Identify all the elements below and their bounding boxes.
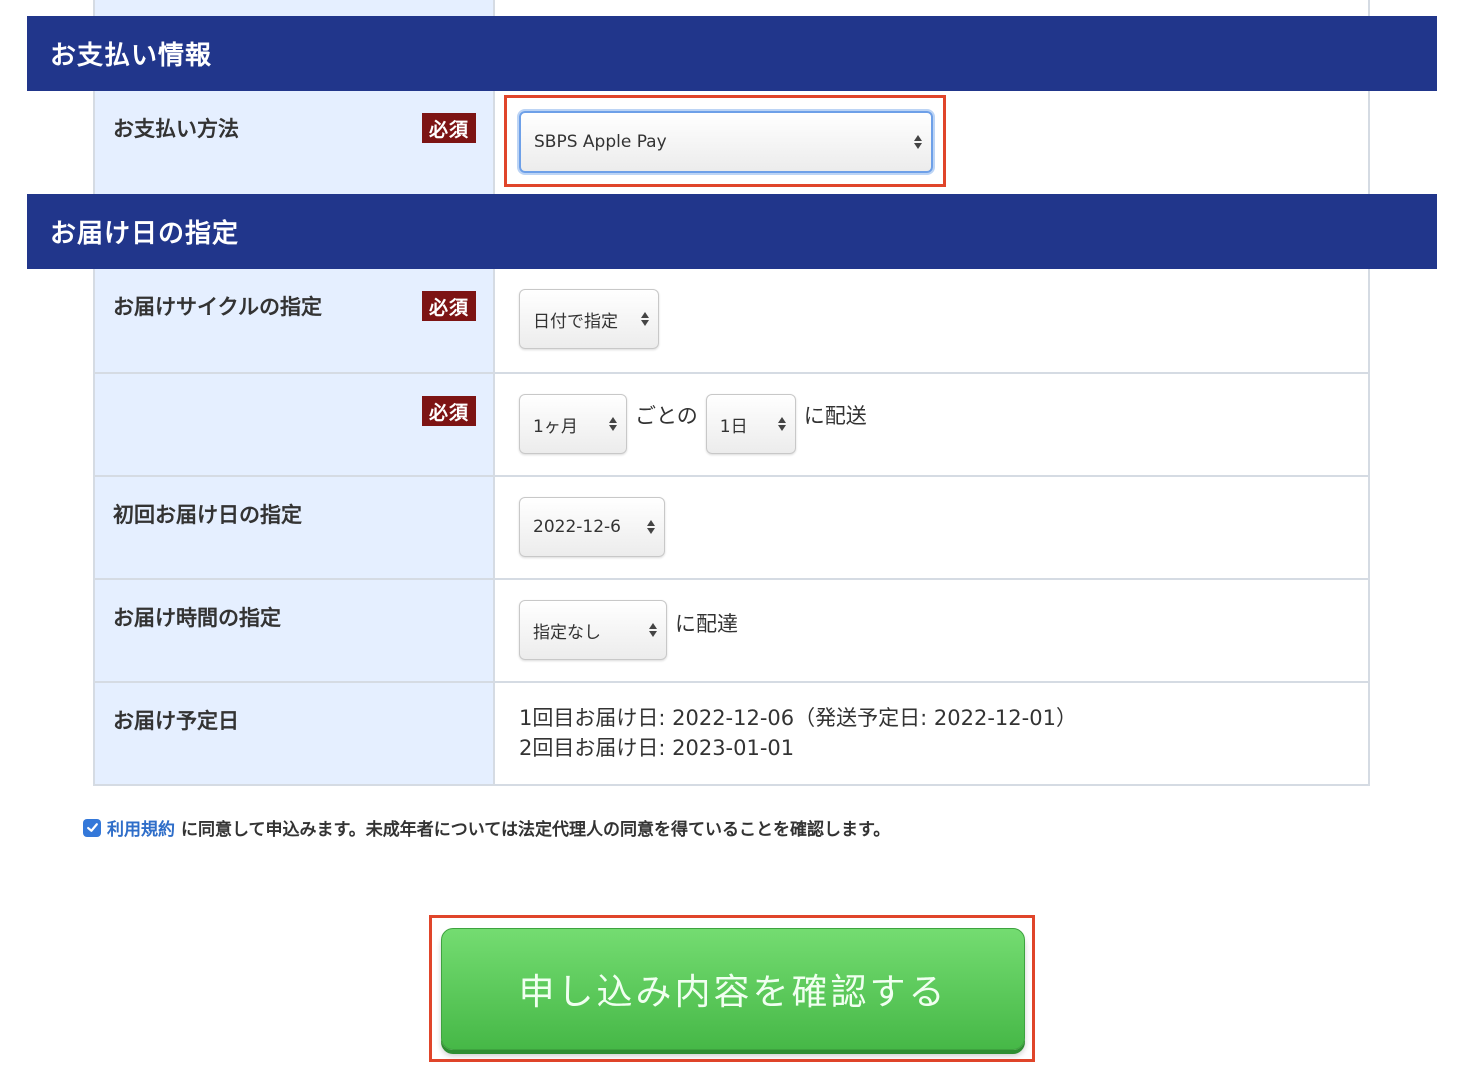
required-badge: 必須 [422, 291, 476, 321]
delivery-time-label: お届け時間の指定 [113, 606, 281, 630]
select-arrows-icon [649, 623, 657, 637]
interval-between-text: ごとの [635, 404, 698, 428]
interval-months-select[interactable]: 1ヶ月 [519, 394, 627, 454]
first-delivery-date-select[interactable]: 2022-12-6 [519, 497, 665, 557]
first-delivery-date-label-cell: 初回お届け日の指定 [95, 477, 495, 578]
delivery-cycle-row: お届けサイクルの指定 必須 日付で指定 [95, 269, 1368, 372]
scheduled-delivery-dates: 1回目お届け日: 2022-12-06（発送予定日: 2022-12-01） 2… [519, 701, 1077, 763]
interval-day-select[interactable]: 1日 [705, 394, 796, 454]
first-delivery-date-label: 初回お届け日の指定 [113, 503, 302, 527]
delivery-cycle-selected-value: 日付で指定 [533, 311, 618, 332]
scheduled-delivery-line-2: 2回目お届け日: 2023-01-01 [519, 736, 795, 760]
delivery-table: お届けサイクルの指定 必須 日付で指定 必須 1ヶ月 ごとの 1日 に配送 初回… [93, 269, 1370, 786]
payment-select-highlight [504, 95, 946, 187]
delivery-time-row: お届け時間の指定 指定なし に配達 [95, 578, 1368, 681]
required-badge: 必須 [422, 113, 476, 143]
delivery-section-title: お届け日の指定 [50, 219, 240, 249]
confirm-application-button[interactable]: 申し込み内容を確認する [441, 928, 1025, 1050]
checkmark-icon [86, 823, 98, 832]
first-delivery-date-row: 初回お届け日の指定 2022-12-6 [95, 475, 1368, 578]
confirm-application-button-label: 申し込み内容を確認する [518, 972, 948, 1013]
delivery-time-value-cell: 指定なし に配達 [495, 580, 1368, 681]
terms-agreement-checkbox[interactable] [83, 818, 101, 837]
delivery-cycle-label: お届けサイクルの指定 [113, 295, 322, 319]
delivery-time-selected-value: 指定なし [533, 622, 601, 643]
delivery-cycle-label-cell: お届けサイクルの指定 必須 [95, 269, 495, 372]
payment-section-header: お支払い情報 [27, 16, 1437, 91]
terms-agreement: 利用規約 に同意して申込みます。未成年者については法定代理人の同意を得ていること… [83, 815, 890, 840]
first-delivery-date-selected-value: 2022-12-6 [533, 517, 621, 537]
interval-suffix-text: に配送 [803, 404, 867, 428]
delivery-time-suffix-text: に配達 [675, 612, 738, 636]
scheduled-delivery-label-cell: お届け予定日 [95, 683, 495, 784]
payment-method-label-cell: お支払い方法 必須 [95, 91, 495, 194]
select-arrows-icon [647, 520, 655, 534]
interval-day-selected-value: 1日 [719, 416, 748, 437]
delivery-cycle-value-cell: 日付で指定 [495, 269, 1368, 372]
previous-label-cell [95, 0, 495, 16]
payment-section-title: お支払い情報 [50, 41, 213, 71]
first-delivery-date-value-cell: 2022-12-6 [495, 477, 1368, 578]
terms-agreement-text: に同意して申込みます。未成年者については法定代理人の同意を得ていることを確認しま… [181, 820, 891, 840]
previous-table-strip [93, 0, 1370, 16]
delivery-interval-value-cell: 1ヶ月 ごとの 1日 に配送 [495, 374, 1368, 475]
select-arrows-icon [609, 417, 617, 431]
delivery-interval-label-cell: 必須 [95, 374, 495, 475]
previous-value-cell [495, 0, 1368, 16]
terms-of-use-link[interactable]: 利用規約 [107, 815, 175, 840]
select-arrows-icon [777, 417, 786, 431]
interval-months-selected-value: 1ヶ月 [533, 416, 578, 437]
scheduled-delivery-row: お届け予定日 1回目お届け日: 2022-12-06（発送予定日: 2022-1… [95, 681, 1368, 784]
select-arrows-icon [641, 312, 649, 326]
payment-method-label: お支払い方法 [113, 117, 239, 141]
delivery-time-label-cell: お届け時間の指定 [95, 580, 495, 681]
scheduled-delivery-line-1: 1回目お届け日: 2022-12-06（発送予定日: 2022-12-01） [519, 706, 1077, 730]
required-badge: 必須 [422, 396, 476, 426]
delivery-cycle-select[interactable]: 日付で指定 [519, 289, 659, 349]
scheduled-delivery-label: お届け予定日 [113, 709, 239, 733]
delivery-section-header: お届け日の指定 [27, 194, 1437, 269]
delivery-interval-row: 必須 1ヶ月 ごとの 1日 に配送 [95, 372, 1368, 475]
delivery-time-select[interactable]: 指定なし [519, 600, 667, 660]
scheduled-delivery-value-cell: 1回目お届け日: 2022-12-06（発送予定日: 2022-12-01） 2… [495, 683, 1368, 784]
